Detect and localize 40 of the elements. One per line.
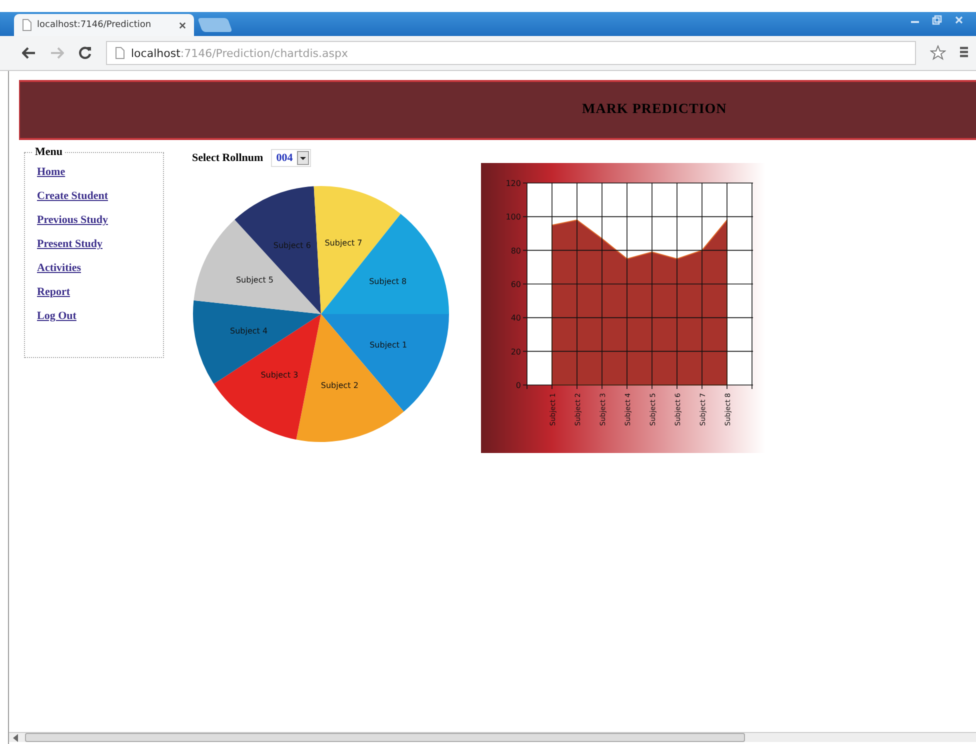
slice-label: Subject 6 (273, 240, 311, 250)
menu-link[interactable]: Previous Study (37, 214, 108, 226)
menu-link[interactable]: Log Out (37, 310, 76, 322)
page-icon (22, 19, 32, 31)
reload-icon[interactable] (78, 46, 92, 60)
page-icon (115, 47, 125, 59)
slice-label: Subject 8 (369, 276, 407, 286)
y-tick-label: 40 (510, 314, 521, 323)
slice-label: Subject 3 (260, 370, 298, 380)
address-bar[interactable]: localhost:7146/Prediction/chartdis.aspx (106, 41, 916, 65)
horizontal-scrollbar[interactable] (9, 732, 976, 742)
menu-icon[interactable] (960, 46, 968, 60)
slice-label: Subject 5 (236, 276, 274, 285)
y-tick-label: 0 (516, 381, 521, 390)
menu-link[interactable]: Activities (37, 262, 81, 274)
y-tick-label: 60 (510, 280, 521, 289)
star-icon[interactable] (930, 45, 946, 61)
new-tab-button[interactable] (197, 18, 233, 32)
rollnum-select[interactable]: 004 (271, 149, 311, 167)
menu-link[interactable]: Home (37, 166, 66, 178)
slice-label: Subject 4 (230, 326, 268, 336)
rollnum-label: Select Rollnum (192, 152, 264, 164)
menu-link[interactable]: Report (37, 286, 70, 298)
y-tick-label: 120 (506, 179, 521, 188)
slice-label: Subject 1 (370, 340, 408, 350)
slice-label: Subject 2 (320, 381, 358, 390)
close-icon[interactable] (179, 22, 186, 28)
menu-link[interactable]: Present Study (37, 238, 102, 250)
restore-icon[interactable] (932, 15, 942, 25)
y-tick-label: 80 (510, 246, 521, 256)
y-tick-label: 100 (506, 212, 521, 222)
y-tick-label: 20 (510, 347, 521, 356)
browser-tab[interactable]: localhost:7146/Prediction (14, 14, 194, 36)
page-title: MARK PREDICTION (582, 102, 727, 118)
slice-label: Subject 7 (324, 238, 362, 248)
scroll-left-icon[interactable] (13, 734, 19, 742)
back-icon[interactable] (22, 47, 36, 59)
menu-link[interactable]: Create Student (37, 190, 108, 202)
scrollbar-thumb[interactable] (25, 733, 745, 742)
menu-legend: Menu (33, 146, 64, 158)
